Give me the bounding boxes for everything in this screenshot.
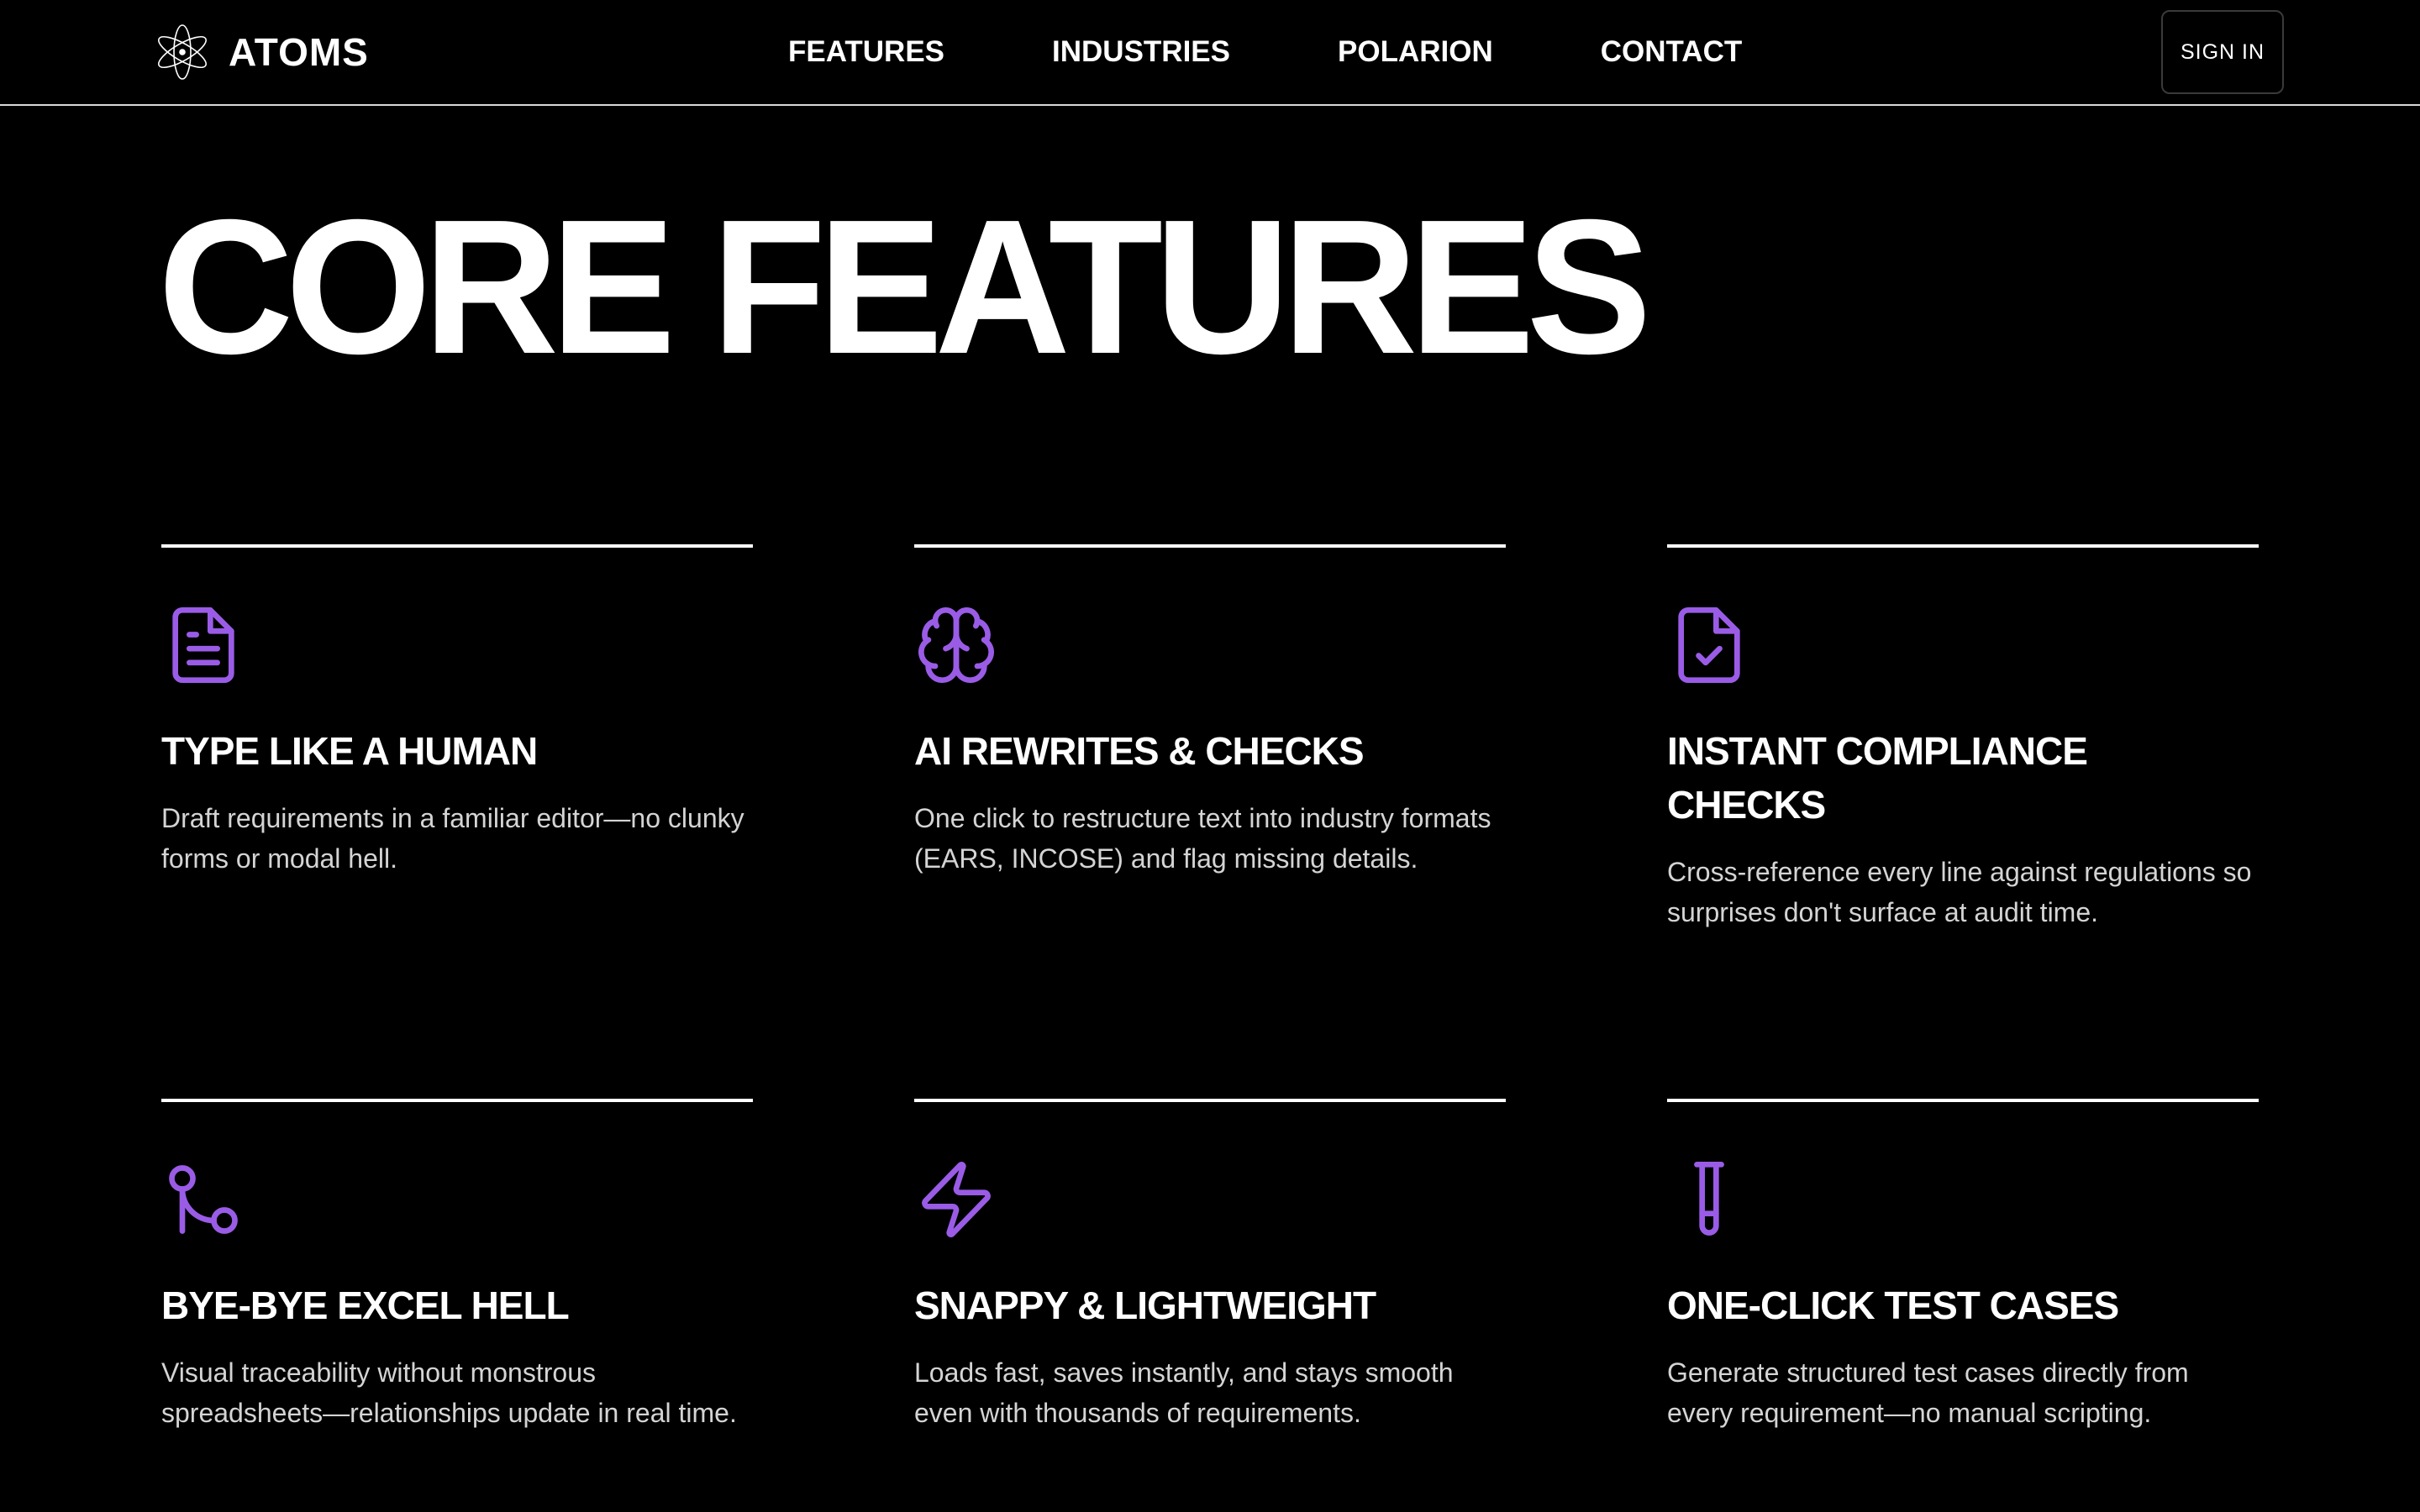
feature-title: TYPE LIKE A HUMAN — [161, 729, 538, 773]
document-icon — [161, 603, 245, 687]
feature-description: One click to restructure text into indus… — [914, 803, 1491, 874]
brand-name: ATOMS — [229, 30, 369, 74]
atom-icon — [153, 22, 212, 82]
git-merge-icon — [161, 1158, 245, 1242]
nav-industries[interactable]: INDUSTRIES — [1052, 35, 1230, 69]
feature-description: Draft requirements in a familiar editor—… — [161, 803, 744, 874]
test-tube-icon — [1667, 1158, 1751, 1242]
site-header: ATOMS FEATURES INDUSTRIES POLARION CONTA… — [0, 0, 2420, 106]
feature-title: AI REWRITES & CHECKS — [914, 729, 1365, 773]
feature-description: Generate structured test cases directly … — [1667, 1357, 2189, 1428]
feature-card: ONE-CLICK TEST CASES Generate structured… — [1667, 1099, 2259, 1428]
lightning-icon — [914, 1158, 998, 1242]
feature-title: ONE-CLICK TEST CASES — [1667, 1284, 2119, 1327]
nav-polarion[interactable]: POLARION — [1338, 35, 1493, 69]
feature-card: AI REWRITES & CHECKS One click to restru… — [914, 544, 1506, 874]
feature-title: BYE-BYE EXCEL HELL — [161, 1284, 570, 1327]
page-title: CORE FEATURES — [158, 181, 1652, 394]
brand-logo-link[interactable]: ATOMS — [153, 22, 369, 82]
feature-card: TYPE LIKE A HUMAN Draft requirements in … — [161, 544, 753, 874]
feature-title: SNAPPY & LIGHTWEIGHT — [914, 1284, 1376, 1327]
feature-card: BYE-BYE EXCEL HELL Visual traceability w… — [161, 1099, 753, 1428]
nav-contact[interactable]: CONTACT — [1601, 35, 1743, 69]
feature-title: INSTANT COMPLIANCE CHECKS — [1667, 729, 2088, 827]
feature-description: Visual traceability without monstrous sp… — [161, 1357, 737, 1428]
brain-icon — [914, 603, 998, 687]
feature-description: Loads fast, saves instantly, and stays s… — [914, 1357, 1454, 1428]
nav-features[interactable]: FEATURES — [788, 35, 944, 69]
feature-description: Cross-reference every line against regul… — [1667, 857, 2252, 927]
sign-in-button[interactable]: SIGN IN — [2161, 10, 2284, 94]
feature-card: INSTANT COMPLIANCE CHECKS Cross-referenc… — [1667, 544, 2259, 927]
file-check-icon — [1667, 603, 1751, 687]
main-nav: FEATURES INDUSTRIES POLARION CONTACT — [788, 0, 1742, 104]
feature-card: SNAPPY & LIGHTWEIGHT Loads fast, saves i… — [914, 1099, 1506, 1428]
